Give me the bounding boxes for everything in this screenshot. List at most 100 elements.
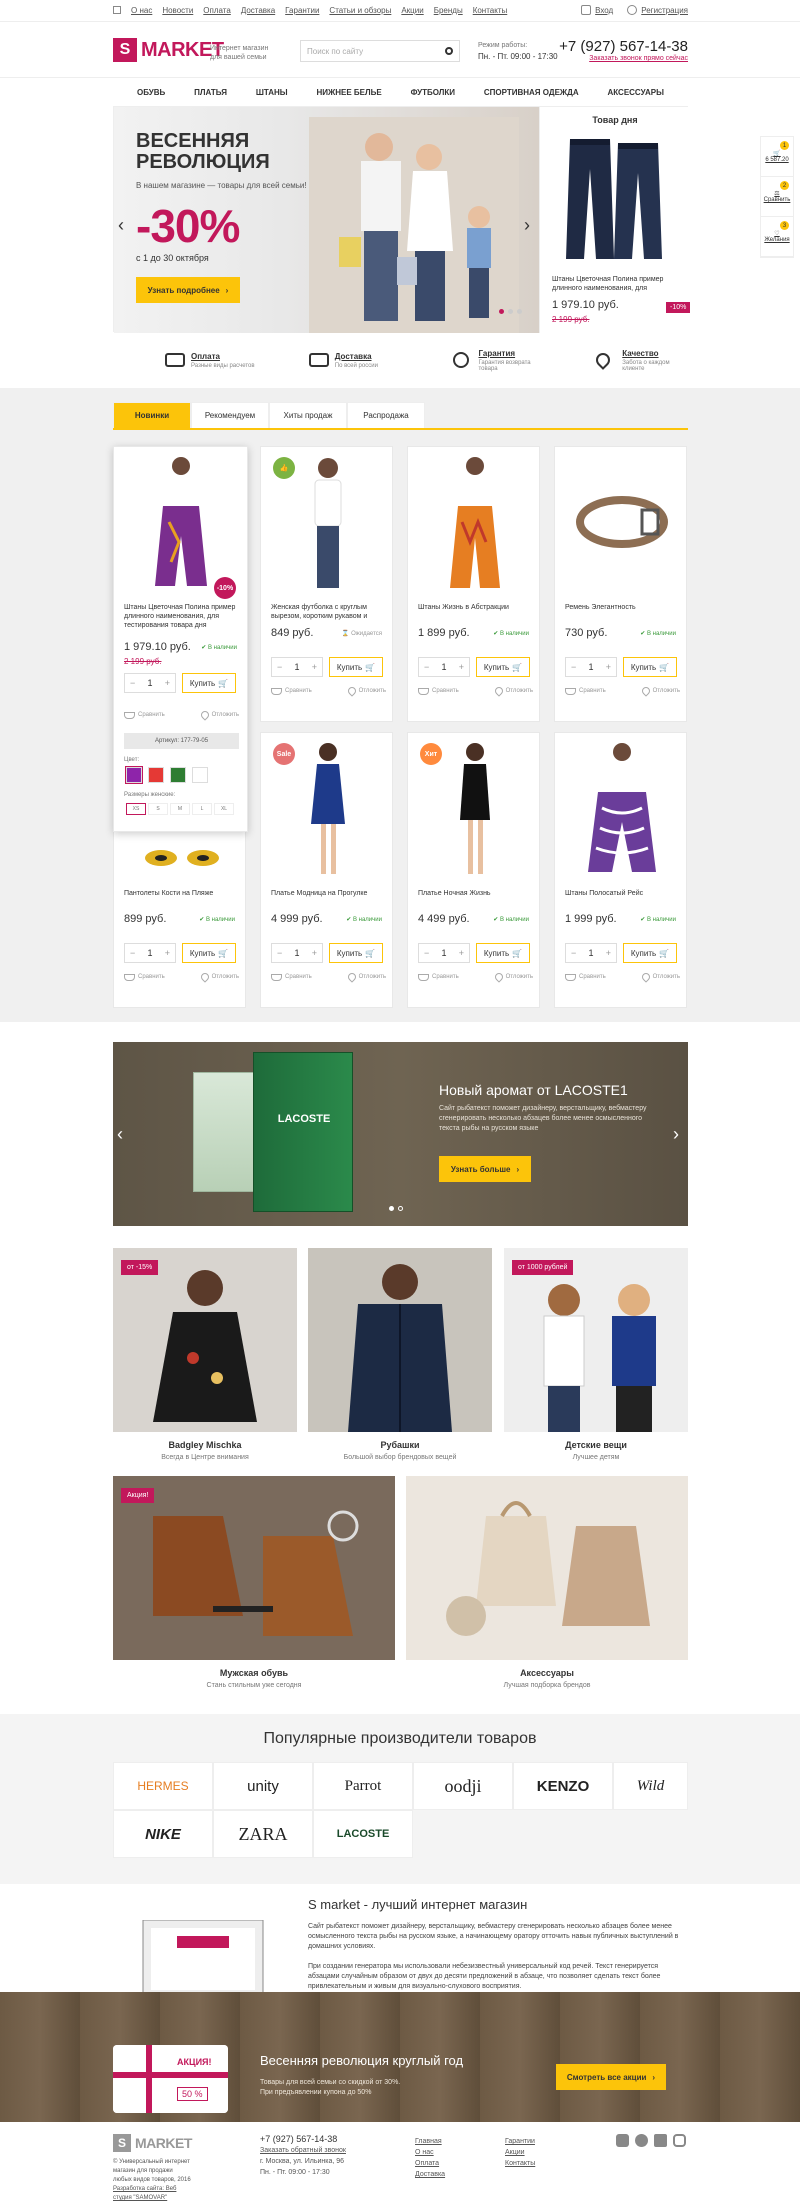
phone-number[interactable]: +7 (927) 567-14-38 (559, 38, 688, 55)
buy-button[interactable]: Купить 🛒 (476, 657, 530, 677)
search-icon[interactable] (445, 47, 453, 55)
slide-prev-icon[interactable]: ‹ (118, 215, 124, 236)
twitter-icon[interactable] (635, 2134, 648, 2147)
buy-button[interactable]: Купить 🛒 (182, 673, 236, 693)
top-link[interactable]: О нас (131, 6, 152, 15)
tab-new[interactable]: Новинки (113, 402, 191, 428)
size-option[interactable]: M (170, 803, 190, 815)
brand-logo[interactable]: LACOSTE (313, 1810, 413, 1858)
top-link[interactable]: Доставка (241, 6, 275, 15)
slide-dot[interactable] (517, 309, 522, 314)
size-option[interactable]: XS (126, 803, 146, 815)
favorite-link[interactable]: Отложить (492, 971, 533, 983)
home-icon[interactable] (113, 6, 121, 14)
top-link[interactable]: Бренды (434, 6, 463, 15)
brand-logo[interactable]: Wild (613, 1762, 688, 1810)
plus-icon[interactable]: + (165, 678, 170, 688)
register-link[interactable]: Регистрация (627, 5, 688, 15)
top-link[interactable]: Контакты (473, 6, 508, 15)
studio-link[interactable]: Разработка сайта: Веб студия "SAMOVAR" (113, 2185, 193, 2203)
tab-recommended[interactable]: Рекомендуем (191, 402, 269, 428)
buy-button[interactable]: Купить 🛒 (182, 943, 236, 963)
brand-logo[interactable]: Parrot (313, 1762, 413, 1810)
deal-name[interactable]: Штаны Цветочная Полина пример длинного н… (552, 275, 682, 293)
footer-link[interactable]: Доставка (415, 2169, 445, 2180)
product-name[interactable]: Штаны Жизнь в Абстракции (418, 603, 533, 612)
feature-title[interactable]: Доставка (335, 352, 378, 361)
plus-icon[interactable]: + (312, 948, 317, 958)
nav-item[interactable]: ШТАНЫ (256, 88, 288, 97)
favorite-link[interactable]: Отложить (345, 971, 386, 983)
category-tile[interactable] (308, 1248, 492, 1432)
minus-icon[interactable]: − (277, 662, 282, 672)
footer-link[interactable]: Оплата (415, 2158, 445, 2169)
footer-link[interactable]: Контакты (505, 2158, 535, 2169)
hero-more-button[interactable]: Узнать подробнее › (136, 277, 240, 303)
brand-logo[interactable]: KENZO (513, 1762, 613, 1810)
product-name[interactable]: Пантолеты Кости на Пляже (124, 889, 239, 898)
slide-dot[interactable] (499, 309, 504, 314)
top-link[interactable]: Статьи и обзоры (329, 6, 391, 15)
product-name[interactable]: Женская футболка с круглым вырезом, коро… (271, 603, 386, 621)
plus-icon[interactable]: + (312, 662, 317, 672)
favorite-link[interactable]: Отложить (639, 971, 680, 983)
minus-icon[interactable]: − (424, 662, 429, 672)
plus-icon[interactable]: + (459, 948, 464, 958)
category-tile[interactable]: от -15% (113, 1248, 297, 1432)
category-title[interactable]: Детские вещи (504, 1440, 688, 1450)
footer-link[interactable]: Акции (505, 2147, 535, 2158)
product-card[interactable]: Sale Платье Модница на Прогулке 4 999 ру… (260, 732, 393, 1008)
nav-item[interactable]: НИЖНЕЕ БЕЛЬЕ (317, 88, 382, 97)
footer-phone[interactable]: +7 (927) 567-14-38 (260, 2134, 346, 2145)
product-card-expanded[interactable]: -10% Штаны Цветочная Полина пример длинн… (113, 446, 248, 832)
brand-logo[interactable]: HERMES (113, 1762, 213, 1810)
footer-logo[interactable]: S MARKET (113, 2134, 192, 2152)
nav-item[interactable]: АКСЕССУАРЫ (607, 88, 663, 97)
compare-link[interactable]: Сравнить (271, 687, 312, 695)
category-title[interactable]: Аксессуары (406, 1668, 688, 1678)
side-favorites[interactable]: ♡ 3 Желания (761, 217, 793, 257)
category-tile[interactable] (406, 1476, 688, 1660)
compare-link[interactable]: Сравнить (271, 973, 312, 981)
favorite-link[interactable]: Отложить (345, 685, 386, 697)
footer-link[interactable]: Гарантии (505, 2136, 535, 2147)
product-card[interactable]: 👍 Женская футболка с круглым вырезом, ко… (260, 446, 393, 722)
buy-button[interactable]: Купить 🛒 (476, 943, 530, 963)
login-link[interactable]: Вход (581, 5, 613, 15)
logo[interactable]: S MARKET (113, 38, 224, 62)
product-name[interactable]: Штаны Полосатый Рейс (565, 889, 680, 898)
compare-link[interactable]: Сравнить (565, 973, 606, 981)
product-card[interactable]: Хит Платье Ночная Жизнь 4 499 руб. ✔ В н… (407, 732, 540, 1008)
footer-link[interactable]: О нас (415, 2147, 445, 2158)
plus-icon[interactable]: + (459, 662, 464, 672)
feature-title[interactable]: Гарантия (479, 349, 545, 358)
product-name[interactable]: Платье Ночная Жизнь (418, 889, 533, 898)
product-card[interactable]: Штаны Полосатый Рейс 1 999 руб. ✔ В нали… (554, 732, 687, 1008)
minus-icon[interactable]: − (424, 948, 429, 958)
product-image[interactable] (114, 447, 247, 597)
plus-icon[interactable]: + (606, 662, 611, 672)
buy-button[interactable]: Купить 🛒 (623, 657, 677, 677)
tab-sale[interactable]: Распродажа (347, 402, 425, 428)
product-image[interactable] (555, 733, 688, 883)
search-input[interactable]: Поиск по сайту (300, 40, 460, 62)
top-link[interactable]: Новости (162, 6, 193, 15)
vk-icon[interactable] (654, 2134, 667, 2147)
quantity-stepper[interactable]: − 1 + (565, 657, 617, 677)
category-title[interactable]: Badgley Mischka (113, 1440, 297, 1450)
brand-logo[interactable]: unity (213, 1762, 313, 1810)
minus-icon[interactable]: − (277, 948, 282, 958)
quantity-stepper[interactable]: − 1 + (271, 943, 323, 963)
product-image[interactable] (408, 447, 541, 597)
favorite-link[interactable]: Отложить (492, 685, 533, 697)
size-option[interactable]: S (148, 803, 168, 815)
compare-link[interactable]: Сравнить (418, 687, 459, 695)
deal-image[interactable] (560, 129, 670, 269)
buy-button[interactable]: Купить 🛒 (329, 657, 383, 677)
product-name[interactable]: Платье Модница на Прогулке (271, 889, 386, 898)
favorite-link[interactable]: Отложить (639, 685, 680, 697)
compare-link[interactable]: Сравнить (124, 973, 165, 981)
feature-title[interactable]: Качество (622, 349, 688, 358)
slide-next-icon[interactable]: › (524, 215, 530, 236)
color-swatch[interactable] (170, 767, 186, 783)
